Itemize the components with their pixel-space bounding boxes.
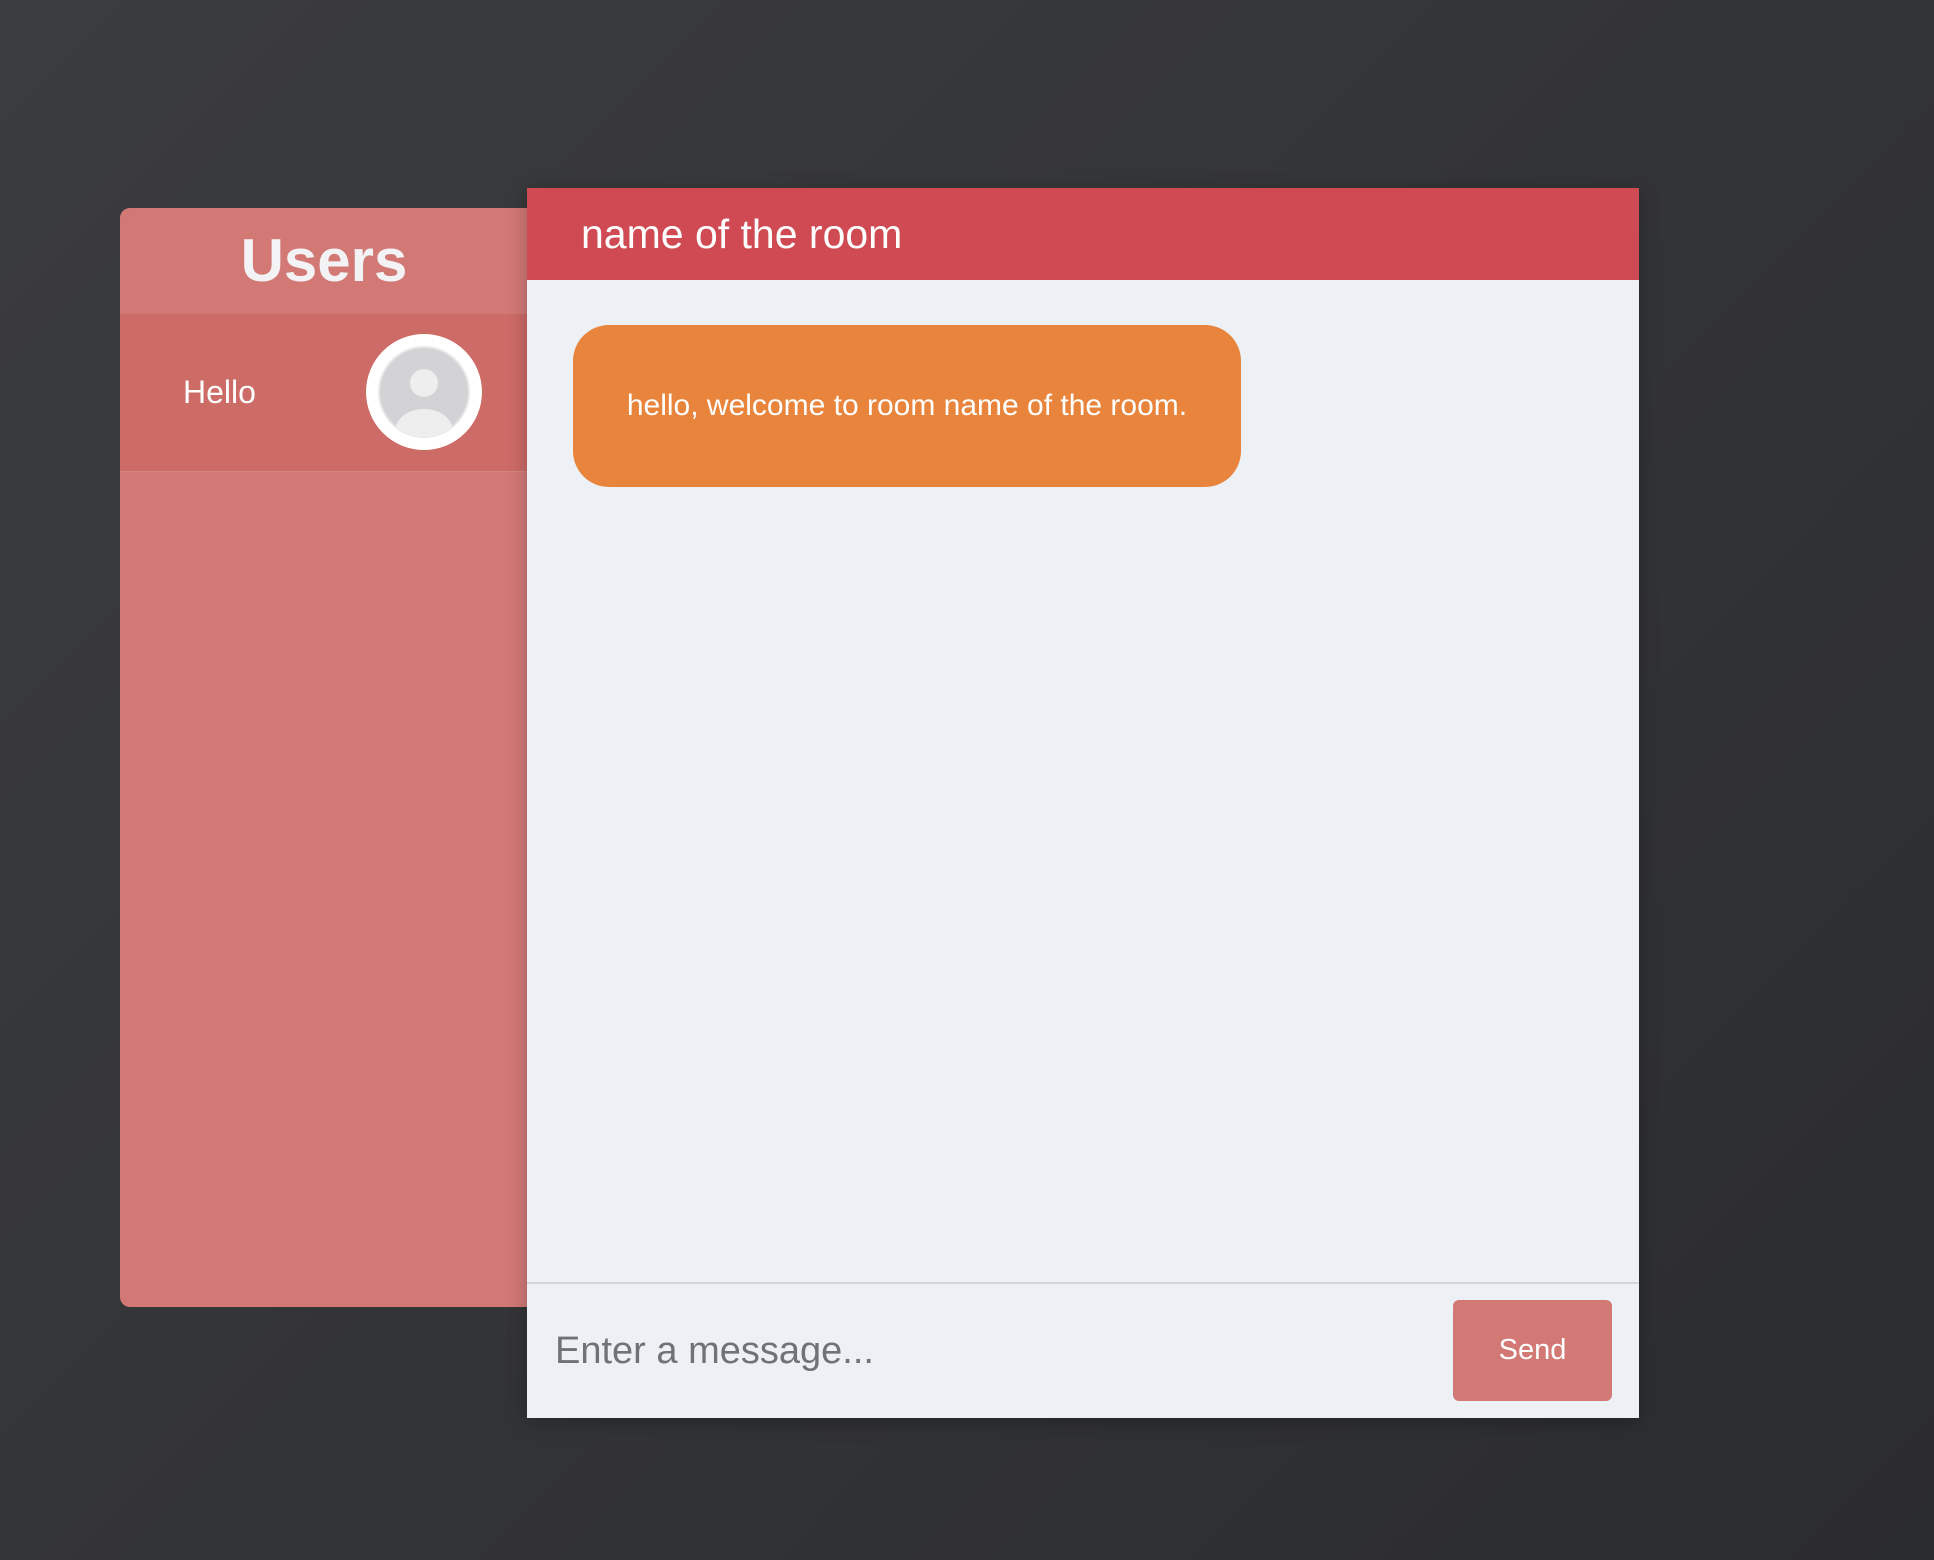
message-input-bar: Send xyxy=(527,1282,1639,1418)
message-input[interactable] xyxy=(555,1308,1455,1394)
message-bubble: hello, welcome to room name of the room. xyxy=(573,325,1241,487)
room-name: name of the room xyxy=(581,210,903,257)
user-name: Hello xyxy=(183,374,256,410)
user-list: Hello xyxy=(120,314,560,472)
sidebar-title: Users xyxy=(240,227,408,294)
users-sidebar: Users Hello xyxy=(120,208,560,1307)
user-list-item[interactable]: Hello xyxy=(120,314,560,472)
chat-header: name of the room xyxy=(527,188,1639,280)
user-avatar-icon xyxy=(366,334,482,450)
message-list[interactable]: hello, welcome to room name of the room. xyxy=(527,280,1639,1282)
send-button[interactable]: Send xyxy=(1453,1300,1612,1401)
message-text: hello, welcome to room name of the room. xyxy=(626,389,1188,422)
chat-panel: name of the room hello, welcome to room … xyxy=(527,188,1639,1418)
